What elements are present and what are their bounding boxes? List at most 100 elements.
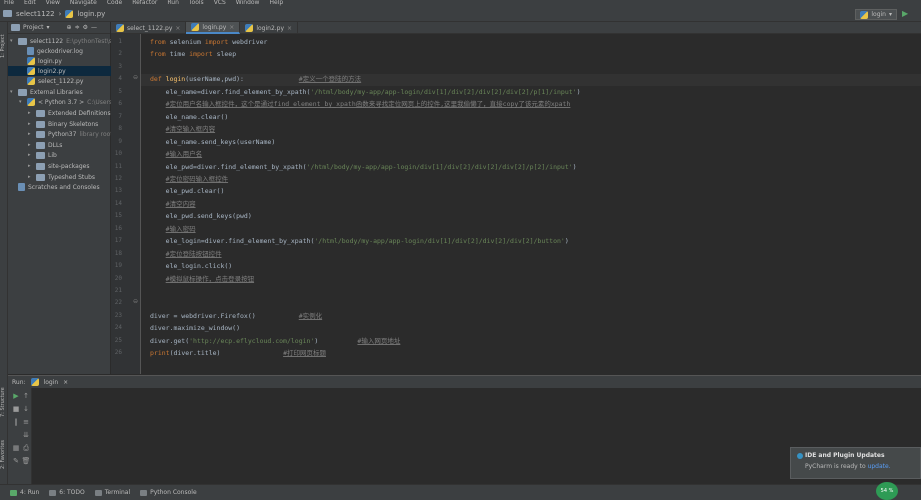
collapse-icon[interactable]: ≑ <box>75 24 80 31</box>
project-panel-title[interactable]: Project <box>23 24 44 31</box>
line-number: 7 <box>118 112 122 120</box>
tree-item[interactable]: ▾ < Python 3.7 > C:\Users\s <box>8 97 117 107</box>
chevron-right-icon[interactable]: ▸ <box>28 131 33 137</box>
tree-item[interactable]: login.py <box>8 56 62 66</box>
stop-icon[interactable]: ■ <box>11 405 21 414</box>
update-link[interactable]: update. <box>868 463 891 470</box>
code-text: ) <box>576 87 581 96</box>
hide-icon[interactable]: — <box>91 24 97 31</box>
line-number: 5 <box>118 87 122 95</box>
bottom-tab[interactable]: Terminal <box>94 489 130 496</box>
editor-tab-label: login2.py <box>256 24 285 32</box>
chevron-down-icon[interactable]: ▾ <box>10 89 15 95</box>
code-line: ele_login.click() <box>150 261 233 271</box>
tree-item[interactable]: ▾ select1122 E:\pythonTest\se <box>8 36 116 46</box>
code-comment: #实例化 <box>298 311 323 320</box>
editor-tab[interactable]: login.py × <box>186 22 241 34</box>
tree-item[interactable]: ▸ Lib <box>8 150 57 160</box>
tree-item[interactable]: geckodriver.log <box>8 46 83 56</box>
close-icon[interactable]: × <box>229 24 234 31</box>
folder-icon <box>36 151 45 159</box>
favorites-tool-tab[interactable]: 2: Favorites <box>0 432 8 477</box>
tree-item-label: login.py <box>38 57 62 65</box>
chevron-right-icon[interactable]: ▸ <box>28 174 33 180</box>
tree-item[interactable]: Scratches and Consoles <box>8 182 100 192</box>
tree-item[interactable]: ▸ Typeshed Stubs <box>8 172 95 182</box>
notification-body: PyCharm is ready to update. <box>805 463 914 470</box>
tree-item[interactable]: ▸ site-packages <box>8 161 89 171</box>
gear-icon[interactable]: ⚙ <box>83 24 88 31</box>
structure-tool-tab[interactable]: 7: Structure <box>0 382 8 422</box>
fold-marker-icon[interactable]: ⊖ <box>133 298 138 305</box>
scroll-to-end-icon[interactable]: ⇊ <box>21 431 31 440</box>
code-line: ele_name.send_keys(userName) <box>150 137 276 147</box>
tree-item[interactable]: ▸ Extended Definitions <box>8 108 111 118</box>
print-icon[interactable]: ⎙ <box>21 444 31 453</box>
chevron-right-icon[interactable]: ▸ <box>28 110 33 116</box>
update-notification[interactable]: IDE and Plugin Updates PyCharm is ready … <box>790 447 921 479</box>
down-arrow-icon[interactable]: ↓ <box>21 405 31 414</box>
bottom-tab-label: 6: TODO <box>59 489 85 496</box>
breadcrumb-file[interactable]: login.py <box>77 10 105 18</box>
code-line: #定位登陆按钮控件 <box>150 249 222 259</box>
run-configuration-dropdown[interactable]: login ▾ <box>855 9 897 20</box>
tree-item[interactable]: select_1122.py <box>8 76 83 86</box>
chevron-down-icon[interactable]: ▾ <box>19 99 24 105</box>
breadcrumb-project[interactable]: select1122 <box>16 10 55 18</box>
tree-item[interactable]: ▾ External Libraries <box>8 87 83 97</box>
pin-icon[interactable]: ✎ <box>11 457 21 466</box>
code-keyword: import <box>204 38 233 46</box>
code-text: ) <box>314 336 358 345</box>
wrap-icon[interactable]: ≡ <box>21 418 31 427</box>
run-config-tab[interactable]: login <box>44 379 59 386</box>
fold-marker-icon[interactable]: ⊖ <box>133 74 138 81</box>
close-icon[interactable]: × <box>63 379 68 386</box>
bottom-tab[interactable]: 4: Run <box>10 489 39 496</box>
tree-item-path: E:\pythonTest\se <box>66 37 116 45</box>
folder-icon <box>3 10 12 17</box>
code-comment: #清空输入框内容 <box>165 125 216 134</box>
code-line: from time import sleep <box>150 49 236 59</box>
close-icon[interactable]: × <box>287 25 292 32</box>
chevron-right-icon[interactable]: ▸ <box>28 152 33 158</box>
code-line: diver.get('http://ecp.eflycloud.com/logi… <box>150 336 400 346</box>
code-comment: #定位登陆按钮控件 <box>165 249 222 258</box>
tree-item-label: < Python 3.7 > <box>38 98 85 106</box>
rerun-icon[interactable]: ▶ <box>11 392 21 401</box>
code-line: #清空输入框内容 <box>150 124 215 134</box>
tree-item[interactable]: ▸ DLLs <box>8 140 62 150</box>
code-string: '/html/body/my-app/app-login/div[1]/div[… <box>310 87 577 96</box>
run-button[interactable]: ▶ <box>902 9 911 19</box>
close-icon[interactable]: × <box>175 25 180 32</box>
memory-indicator[interactable]: 54 % <box>876 482 898 500</box>
tree-item[interactable]: login2.py <box>8 66 111 76</box>
line-number: 8 <box>118 125 122 133</box>
chevron-right-icon[interactable]: ▸ <box>28 121 33 127</box>
code-text: selenium <box>169 38 205 46</box>
editor-tab[interactable]: select_1122.py × <box>111 22 187 34</box>
tree-item-label: Extended Definitions <box>48 109 111 117</box>
tree-item[interactable]: ▸ Binary Skeletons <box>8 119 98 129</box>
up-arrow-icon[interactable]: ↑ <box>21 392 31 401</box>
trash-icon[interactable]: 🗑 <box>21 457 31 466</box>
bottom-tab[interactable]: Python Console <box>140 489 197 496</box>
project-tool-tab[interactable]: 1: Project <box>0 26 8 66</box>
bottom-tab[interactable]: 6: TODO <box>49 489 85 496</box>
tree-item-label: select1122 <box>30 37 64 45</box>
chevron-down-icon[interactable]: ▾ <box>10 38 15 44</box>
code-text: ele_pwd.clear() <box>150 187 225 196</box>
chevron-right-icon: › <box>58 9 62 18</box>
tree-item[interactable]: ▸ Python37 library root <box>8 129 113 139</box>
code-editor[interactable]: from selenium import webdriver from time … <box>141 34 921 374</box>
locate-icon[interactable]: ⊕ <box>67 24 72 31</box>
folder-icon <box>36 120 45 128</box>
chevron-right-icon[interactable]: ▸ <box>28 142 33 148</box>
pause-icon[interactable]: ‖ <box>11 418 21 427</box>
editor-tab[interactable]: login2.py × <box>240 22 299 34</box>
code-string: '/html/body/my-app/app-login/div[1]/div[… <box>314 237 565 246</box>
code-comment: #输入密码 <box>165 224 196 233</box>
layout-icon[interactable]: ▦ <box>11 444 21 453</box>
code-line: ele_login=diver.find_element_by_xpath('/… <box>150 236 569 246</box>
chevron-right-icon[interactable]: ▸ <box>28 163 33 169</box>
